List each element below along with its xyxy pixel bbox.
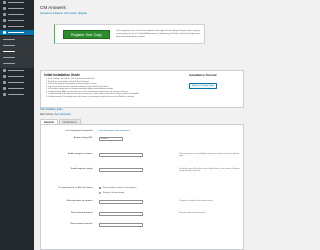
negative-ratings-select[interactable]: ▾	[99, 168, 143, 173]
sidebar-item[interactable]	[0, 68, 34, 73]
checkbox-icon	[99, 187, 102, 190]
tools-icon	[3, 87, 6, 90]
page-title: CM Answers	[40, 5, 66, 10]
setting-description: Show the related questions block.	[179, 212, 206, 214]
breadcrumb: Questions | Answers | User Guide | Upgra…	[40, 12, 87, 15]
sidebar-item[interactable]	[0, 12, 34, 17]
sidebar-item[interactable]	[0, 24, 34, 29]
sidebar-item[interactable]	[0, 86, 34, 91]
sidebar-item[interactable]	[0, 18, 34, 23]
tab-general[interactable]: General	[40, 119, 58, 124]
related-select[interactable]: ▾	[99, 212, 143, 217]
breadcrumb-answers[interactable]: Answers	[53, 12, 62, 15]
settings-icon	[3, 93, 6, 96]
option-radio[interactable]: Rating in the top header	[99, 192, 124, 195]
shortcode-label: Main Setting:	[40, 114, 54, 116]
setting-label: Link to questions frontend list:	[65, 130, 94, 132]
setting-label: Per questions list or "Ask" link shown:	[58, 187, 93, 189]
settings-panel: Link to questions frontend list: https:/…	[40, 125, 244, 250]
setting-description: Determines how to sort and display answe…	[179, 153, 240, 158]
sidebar-item[interactable]	[0, 6, 34, 11]
sidebar-item[interactable]	[0, 0, 34, 5]
slug-input[interactable]: answers	[99, 137, 123, 142]
setting-label: Enable negative ratings:	[70, 168, 93, 170]
chevron-down-icon: ▾	[139, 202, 141, 205]
submenu-item[interactable]	[0, 61, 34, 66]
submenu-item[interactable]	[0, 43, 34, 48]
tutorial-button[interactable]: Watch the Tutorial Video	[189, 83, 217, 89]
submenu-item-settings[interactable]	[0, 49, 34, 54]
comment-icon	[3, 25, 6, 28]
guide-step: Troubleshooting: If the settings reset a…	[48, 96, 172, 99]
tutorial-section: Installation Tutorial Watch the Tutorial…	[189, 73, 217, 89]
chevron-down-icon: ▾	[139, 170, 141, 173]
chevron-down-icon: ▾	[139, 225, 141, 228]
installation-guide: Initial Installation Guide Go to "Settin…	[40, 70, 244, 108]
ratings-select[interactable]: ▾	[99, 153, 143, 158]
submenu-item[interactable]	[0, 37, 34, 42]
register-button[interactable]: Register Your Copy	[63, 30, 110, 39]
radio-icon	[99, 192, 102, 195]
breadcrumb-user-guide[interactable]: User Guide	[64, 12, 76, 15]
setting-label: Show related questions:	[70, 212, 93, 214]
breadcrumb-questions[interactable]: Questions	[40, 12, 51, 15]
appearance-icon	[3, 69, 6, 72]
plugin-icon	[3, 75, 6, 78]
tutorial-title: Installation Tutorial	[189, 73, 217, 77]
setting-label: Show answers statistics:	[70, 223, 93, 225]
sidebar-item-cm-answers[interactable]	[0, 30, 34, 35]
shortcode-link[interactable]: View shortcodes	[54, 114, 71, 116]
users-icon	[3, 81, 6, 84]
stats-select[interactable]: ▾	[99, 223, 143, 228]
dashboard-icon	[3, 1, 6, 4]
setting-label: Enable ratings for answers:	[67, 153, 93, 155]
admin-sidebar	[0, 0, 34, 250]
chevron-down-icon: ▾	[139, 155, 141, 158]
answers-icon	[3, 31, 6, 34]
submenu-item[interactable]	[0, 55, 34, 60]
shortcode-line: Main Setting: View shortcodes	[40, 114, 71, 116]
sidebar-item[interactable]	[0, 74, 34, 79]
pin-icon	[3, 7, 6, 10]
page-icon	[3, 19, 6, 22]
hide-guide-link[interactable]: Hide installation guide	[40, 109, 62, 111]
frontend-link[interactable]: https://example.com/cm-answers/	[99, 130, 130, 132]
breadcrumb-upgrade[interactable]: Upgrade	[78, 12, 87, 15]
media-icon	[3, 13, 6, 16]
setting-label: Show questions on answers:	[66, 200, 93, 202]
sidebar-item[interactable]	[0, 92, 34, 97]
guide-steps: Go to "Settings" tab and set "Link to qu…	[44, 78, 172, 98]
registration-notice: Register Your Copy Once registered, you …	[54, 24, 205, 44]
setting-label: Answers listing URL:	[73, 137, 93, 139]
tab-notifications[interactable]: Notifications	[58, 119, 81, 124]
setting-description: Change the settings of the answer sectio…	[179, 200, 213, 202]
sidebar-submenu	[0, 36, 34, 68]
setting-description: If enabled, users will be able to give "…	[179, 168, 240, 173]
chevron-down-icon: ▾	[139, 214, 141, 217]
option-checkbox[interactable]: Show number of votes in the question	[99, 187, 136, 190]
sidebar-item[interactable]	[0, 80, 34, 85]
ask-select[interactable]: ▾	[99, 200, 143, 205]
registration-text: Once registered, you will receive update…	[116, 30, 201, 38]
